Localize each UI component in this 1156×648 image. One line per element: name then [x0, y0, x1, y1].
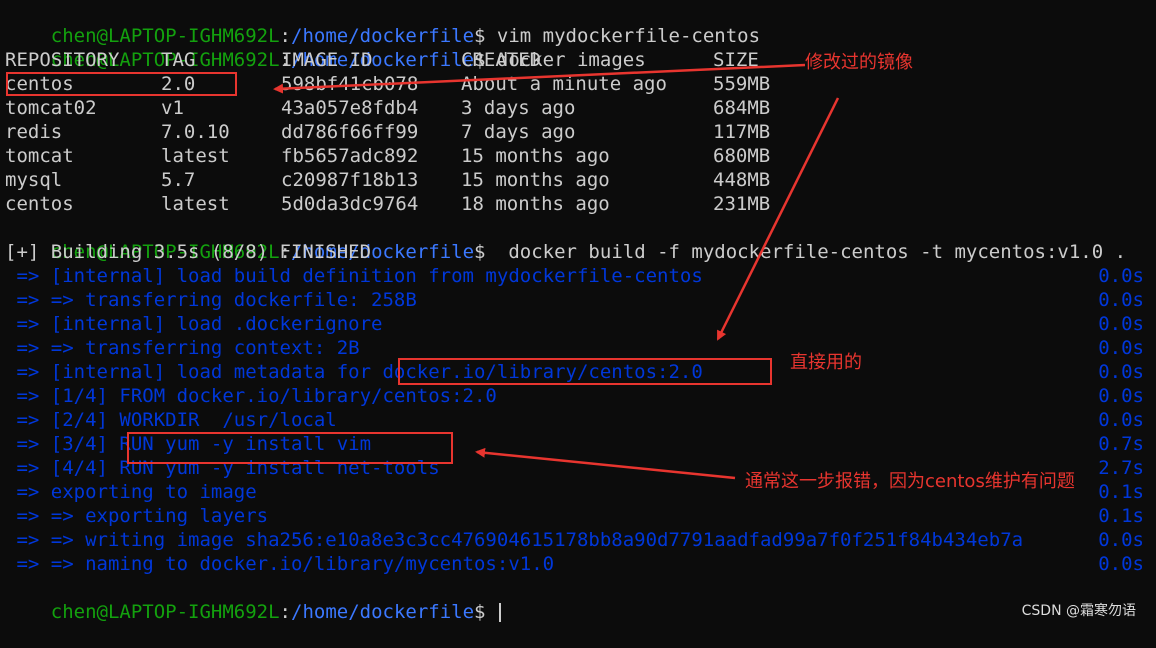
cell-size: 448MB — [713, 169, 771, 191]
watermark: CSDN @霜寒勿语 — [1021, 603, 1136, 619]
build-step: => => exporting layers 0.1s — [5, 504, 1144, 528]
build-step-time: 0.1s — [1098, 481, 1144, 503]
build-step-time: 0.0s — [1098, 409, 1144, 431]
cell-created: 7 days ago — [461, 121, 576, 143]
table-row: tomcat02 v1 43a057e8fdb4 3 days ago 684M… — [5, 96, 1145, 120]
images-table-header: REPOSITORY TAG IMAGE ID CREATED SIZE — [5, 48, 1145, 72]
cell-image-id: fb5657adc892 — [281, 145, 419, 167]
cell-size: 117MB — [713, 121, 771, 143]
build-step-text: => => naming to docker.io/library/mycent… — [5, 553, 555, 575]
build-step: => => transferring dockerfile: 258B 0.0s — [5, 288, 1144, 312]
build-step: => => naming to docker.io/library/mycent… — [5, 552, 1144, 576]
table-row: mysql 5.7 c20987f18b13 15 months ago 448… — [5, 168, 1145, 192]
cell-image-id: c20987f18b13 — [281, 169, 419, 191]
cell-size: 231MB — [713, 193, 771, 215]
build-step-time: 0.0s — [1098, 361, 1144, 383]
cell-repository: redis — [5, 121, 63, 143]
build-step: => => transferring context: 2B 0.0s — [5, 336, 1144, 360]
cell-created: 18 months ago — [461, 193, 610, 215]
build-step-text: => [internal] load .dockerignore — [5, 313, 383, 335]
build-step-time: 0.0s — [1098, 289, 1144, 311]
build-step-text: => [2/4] WORKDIR /usr/local — [5, 409, 337, 431]
build-step: => => writing image sha256:e10a8e3c3cc47… — [5, 528, 1144, 552]
cell-size: 680MB — [713, 145, 771, 167]
build-step-time: 0.0s — [1098, 529, 1144, 551]
cell-size: 559MB — [713, 73, 771, 95]
cell-image-id: dd786f66ff99 — [281, 121, 419, 143]
cell-repository: centos — [5, 193, 74, 215]
cell-tag: 7.0.10 — [161, 121, 230, 143]
text-cursor — [498, 603, 501, 622]
build-step-text: => exporting to image — [5, 481, 257, 503]
prompt-line-3: chen@LAPTOP-IGHM692L:/home/dockerfile$ d… — [5, 216, 1126, 263]
build-step-text: => [internal] load build definition from… — [5, 265, 703, 287]
prompt-line-2: chen@LAPTOP-IGHM692L:/home/dockerfile$ d… — [5, 24, 646, 71]
prompt-path: /home/dockerfile — [291, 601, 475, 623]
cell-repository: mysql — [5, 169, 63, 191]
build-step-time: 2.7s — [1098, 457, 1144, 479]
cell-created: 15 months ago — [461, 145, 610, 167]
build-step-time: 0.0s — [1098, 313, 1144, 335]
cell-repository: tomcat02 — [5, 97, 97, 119]
prompt-line-1: chen@LAPTOP-IGHM692L:/home/dockerfile$ v… — [5, 0, 760, 47]
cell-created: 15 months ago — [461, 169, 610, 191]
build-step-time: 0.0s — [1098, 385, 1144, 407]
prompt-dollar: $ — [474, 601, 486, 623]
cell-created: 3 days ago — [461, 97, 576, 119]
build-step: => [internal] load .dockerignore 0.0s — [5, 312, 1144, 336]
build-step-text: => => writing image sha256:e10a8e3c3cc47… — [5, 529, 1024, 551]
table-row: tomcat latest fb5657adc892 15 months ago… — [5, 144, 1145, 168]
prompt-user: chen@LAPTOP-IGHM692L — [50, 601, 280, 623]
build-step-time: 0.0s — [1098, 553, 1144, 575]
header-created: CREATED — [461, 49, 542, 71]
annotation-error-note: 通常这一步报错，因为centos维护有问题 — [745, 471, 1075, 492]
header-repository: REPOSITORY — [5, 49, 120, 71]
highlight-box-run-vim — [127, 432, 453, 464]
build-step-time: 0.7s — [1098, 433, 1144, 455]
build-step-time: 0.0s — [1098, 265, 1144, 287]
command-text: docker build -f mydockerfile-centos -t m… — [485, 241, 1127, 263]
highlight-box-metadata — [398, 358, 772, 385]
cell-tag: latest — [161, 193, 230, 215]
header-size: SIZE — [713, 49, 759, 71]
annotation-used-directly: 直接用的 — [790, 352, 862, 373]
build-step-time: 0.0s — [1098, 337, 1144, 359]
table-row: redis 7.0.10 dd786f66ff99 7 days ago 117… — [5, 120, 1145, 144]
cell-image-id: 5d0da3dc9764 — [281, 193, 419, 215]
cell-tag: 5.7 — [161, 169, 196, 191]
table-row: centos latest 5d0da3dc9764 18 months ago… — [5, 192, 1145, 216]
annotation-modified-image: 修改过的镜像 — [805, 52, 913, 73]
cell-tag: v1 — [161, 97, 184, 119]
cell-tag: latest — [161, 145, 230, 167]
cell-repository: tomcat — [5, 145, 74, 167]
cell-image-id: 598bf41cb078 — [281, 73, 419, 95]
header-tag: TAG — [161, 49, 196, 71]
cell-image-id: 43a057e8fdb4 — [281, 97, 419, 119]
header-image-id: IMAGE ID — [281, 49, 373, 71]
build-step-text: => => transferring dockerfile: 258B — [5, 289, 417, 311]
prompt-dollar: $ — [474, 241, 486, 263]
prompt-colon: : — [279, 601, 291, 623]
cell-created: About a minute ago — [461, 73, 667, 95]
build-step: => [1/4] FROM docker.io/library/centos:2… — [5, 384, 1144, 408]
build-step-text: => [1/4] FROM docker.io/library/centos:2… — [5, 385, 497, 407]
cell-size: 684MB — [713, 97, 771, 119]
prompt-line-4[interactable]: chen@LAPTOP-IGHM692L:/home/dockerfile$ — [5, 576, 501, 623]
build-step-time: 0.1s — [1098, 505, 1144, 527]
build-step-text: => => transferring context: 2B — [5, 337, 360, 359]
build-step: => [internal] load build definition from… — [5, 264, 1144, 288]
build-status: [+] Building 3.5s (8/8) FINISHED — [5, 241, 372, 263]
build-step: => [2/4] WORKDIR /usr/local 0.0s — [5, 408, 1144, 432]
highlight-box-centos-image — [6, 72, 237, 96]
build-step-text: => => exporting layers — [5, 505, 269, 527]
